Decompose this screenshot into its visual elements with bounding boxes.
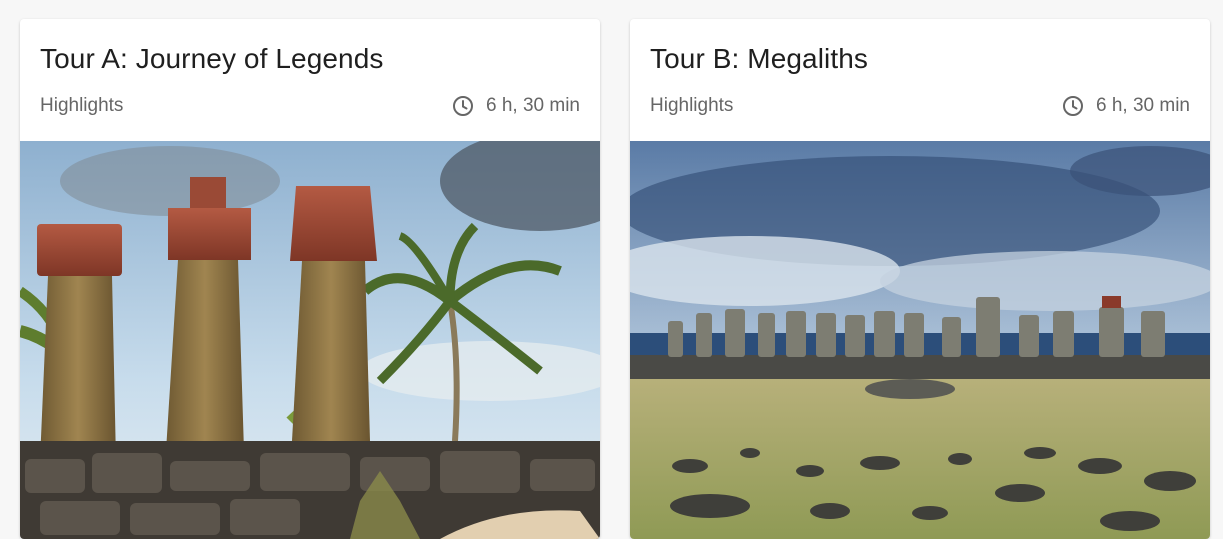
tour-card-grid: Tour A: Journey of Legends Highlights 6 … xyxy=(0,0,1223,539)
tour-title[interactable]: Tour B: Megaliths xyxy=(650,43,868,75)
tour-subtitle: Highlights xyxy=(40,95,124,116)
tour-card-b[interactable]: Tour B: Megaliths Highlights 6 h, 30 min xyxy=(630,19,1210,539)
duration-text: 6 h, 30 min xyxy=(1096,95,1190,116)
tour-subtitle: Highlights xyxy=(650,95,734,116)
tour-image[interactable] xyxy=(20,141,600,539)
tour-duration: 6 h, 30 min xyxy=(452,95,580,117)
tour-duration: 6 h, 30 min xyxy=(1062,95,1190,117)
card-header: Tour A: Journey of Legends Highlights 6 … xyxy=(20,19,600,141)
tour-title[interactable]: Tour A: Journey of Legends xyxy=(40,43,384,75)
duration-text: 6 h, 30 min xyxy=(486,95,580,116)
clock-icon xyxy=(452,95,474,117)
clock-icon xyxy=(1062,95,1084,117)
tour-image[interactable] xyxy=(630,141,1210,539)
tour-card-a[interactable]: Tour A: Journey of Legends Highlights 6 … xyxy=(20,19,600,539)
card-header: Tour B: Megaliths Highlights 6 h, 30 min xyxy=(630,19,1210,141)
